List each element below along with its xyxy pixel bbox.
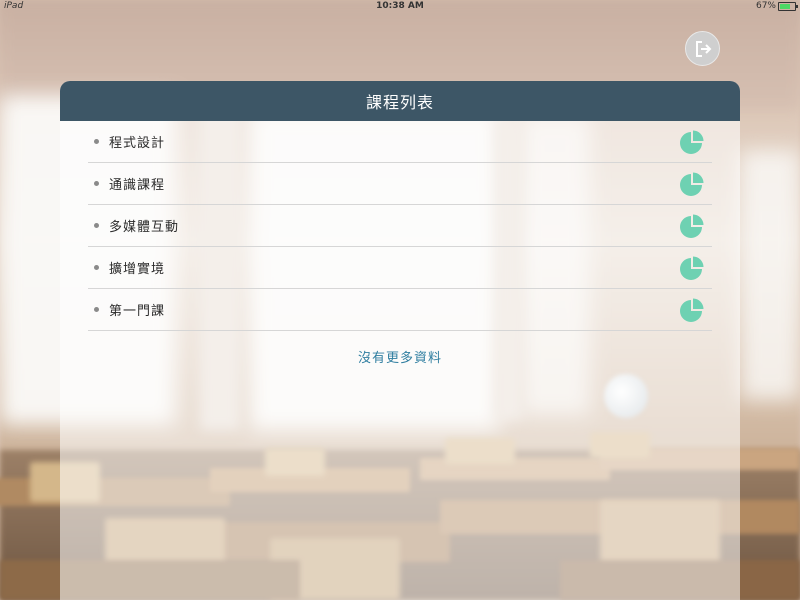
- pie-chart-icon[interactable]: [680, 298, 704, 322]
- pie-chart-icon[interactable]: [680, 172, 704, 196]
- pie-chart-icon[interactable]: [680, 256, 704, 280]
- bullet-icon: [94, 307, 99, 312]
- bullet-icon: [94, 265, 99, 270]
- course-item[interactable]: 第一門課: [88, 289, 712, 331]
- logout-button[interactable]: [685, 31, 720, 66]
- logout-icon: [695, 40, 711, 57]
- battery-icon: [778, 2, 798, 11]
- panel-header: 課程列表: [60, 81, 740, 121]
- battery-percent: 67%: [755, 1, 776, 11]
- page-title: 課程列表: [365, 93, 434, 112]
- course-list: 程式設計 通識課程 多媒體互動 擴增實境 第一門課: [60, 121, 740, 331]
- course-item[interactable]: 通識課程: [88, 163, 712, 205]
- pie-chart-icon[interactable]: [680, 130, 704, 154]
- course-item[interactable]: 擴增實境: [88, 247, 712, 289]
- course-item[interactable]: 程式設計: [88, 121, 712, 163]
- no-more-data-text: 沒有更多資料: [357, 351, 442, 366]
- course-name: 擴增實境: [109, 262, 166, 277]
- course-list-panel: 課程列表 程式設計 通識課程 多媒體互動 擴增實境 第一門課 沒有更多資料: [60, 81, 740, 600]
- bullet-icon: [94, 139, 99, 144]
- course-name: 通識課程: [109, 178, 166, 193]
- app-screen: iPad 10:38 AM 67% 課程列表 程式設計 通識課程 多媒體互動 擴…: [0, 0, 800, 600]
- status-bar: iPad 10:38 AM 67%: [0, 0, 800, 14]
- pie-chart-icon[interactable]: [680, 214, 704, 238]
- bullet-icon: [94, 223, 99, 228]
- course-name: 多媒體互動: [109, 220, 180, 235]
- clock: 10:38 AM: [376, 1, 424, 11]
- course-name: 程式設計: [109, 136, 166, 151]
- course-name: 第一門課: [109, 304, 166, 319]
- course-item[interactable]: 多媒體互動: [88, 205, 712, 247]
- bullet-icon: [94, 181, 99, 186]
